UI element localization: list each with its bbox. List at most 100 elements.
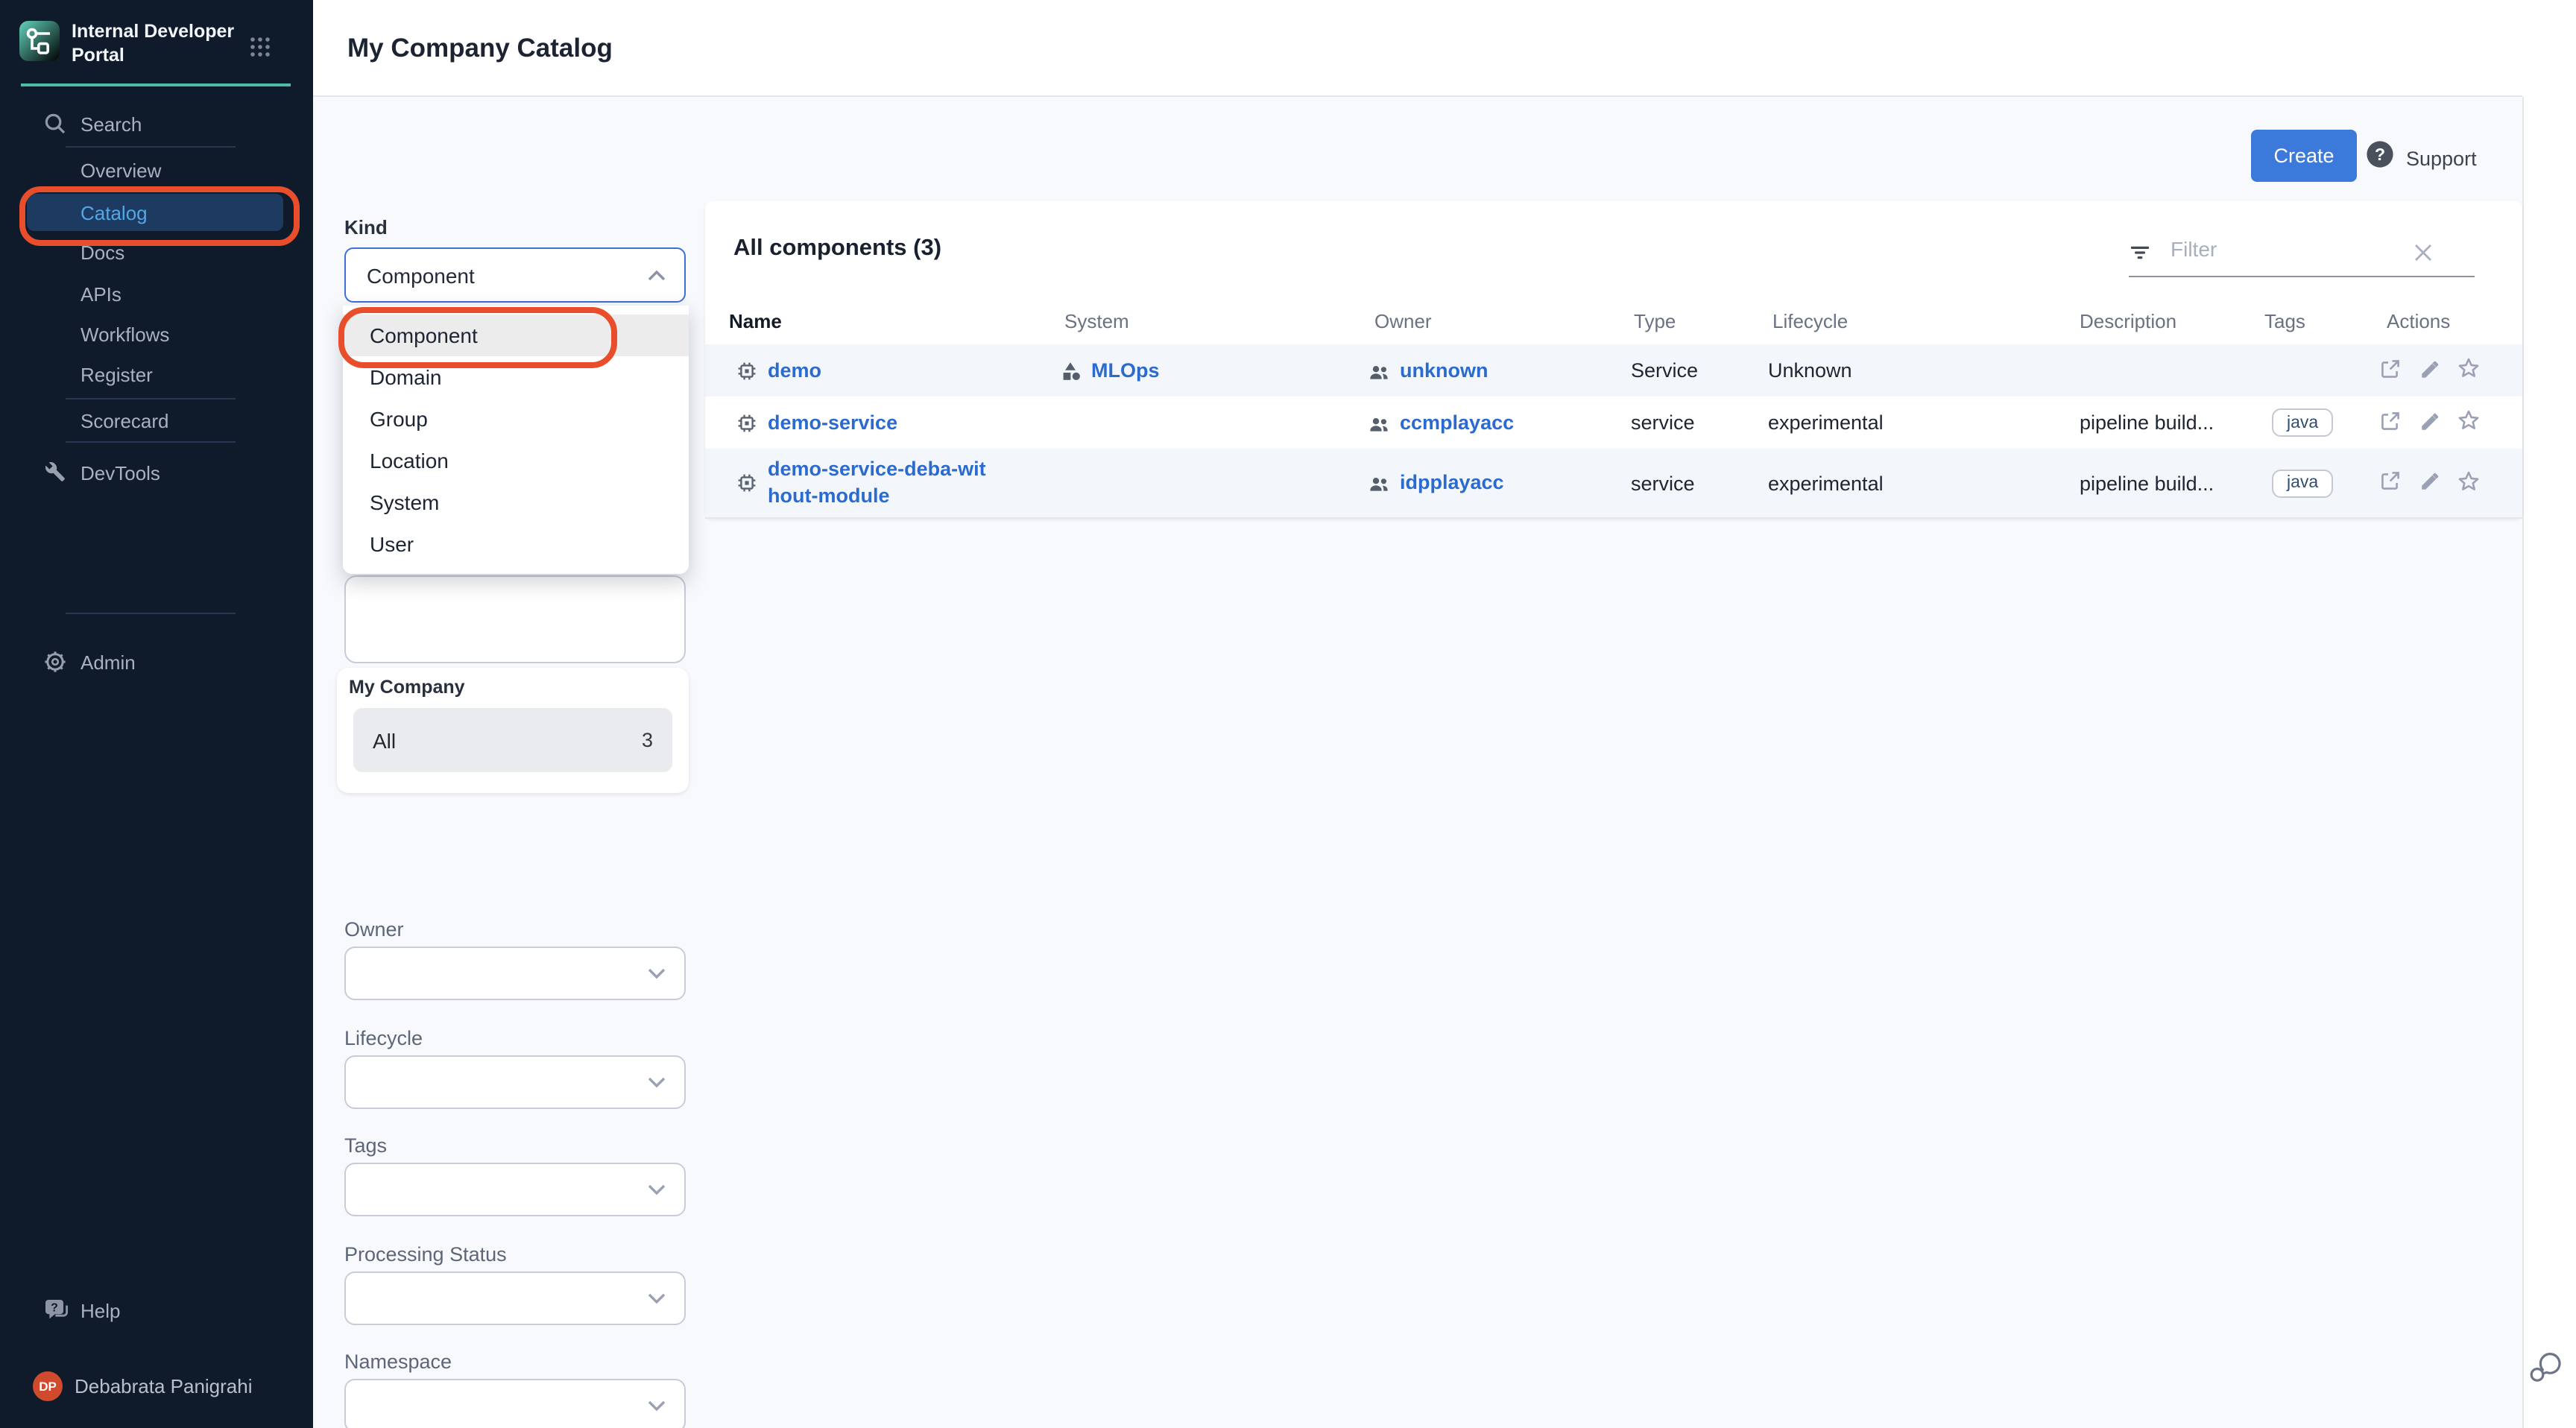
actions-cell <box>2379 397 2481 449</box>
sidebar-item-label: Scorecard <box>80 409 169 432</box>
namespace-select[interactable] <box>344 1379 686 1428</box>
sidebar-item-label: Help <box>80 1299 121 1321</box>
name-cell: demo <box>736 344 821 397</box>
entity-link[interactable]: demo-service-deba-wit hout-module <box>768 457 986 509</box>
sidebar-item-help[interactable]: ? Help <box>0 1294 313 1327</box>
owner-cell: unknown <box>1368 344 1489 397</box>
kind-option-user[interactable]: User <box>343 523 689 565</box>
my-company-count: 3 <box>642 729 653 751</box>
processing-status-filter-label: Processing Status <box>344 1243 507 1266</box>
sidebar-item-label: Admin <box>80 651 136 673</box>
owner-link[interactable]: unknown <box>1400 357 1489 383</box>
sidebar-item-label: APIs <box>80 282 121 305</box>
kind-option-domain[interactable]: Domain <box>343 356 689 398</box>
chat-bubbles-icon[interactable] <box>2527 1349 2564 1394</box>
column-header-tags[interactable]: Tags <box>2264 298 2305 344</box>
table-row: demo MLOps unknown Service Unknown <box>705 344 2522 397</box>
sidebar-divider <box>66 146 236 148</box>
owner-select[interactable] <box>344 947 686 1000</box>
avatar: DP <box>33 1371 63 1401</box>
type-select-partially-hidden[interactable] <box>344 575 686 663</box>
column-header-actions: Actions <box>2387 298 2450 344</box>
description-cell: pipeline build... <box>2080 449 2214 517</box>
my-company-all-label: All <box>373 728 396 752</box>
sidebar-item-devtools[interactable]: DevTools <box>0 456 313 489</box>
star-icon[interactable] <box>2457 356 2481 385</box>
tags-cell: java <box>2272 397 2333 449</box>
group-icon <box>1368 473 1389 493</box>
tags-cell: java <box>2272 449 2333 517</box>
table-filter-field <box>2129 231 2475 277</box>
type-cell: Service <box>1631 344 1698 397</box>
column-header-system[interactable]: System <box>1064 298 1129 344</box>
edit-pencil-icon[interactable] <box>2418 470 2440 496</box>
kind-option-system[interactable]: System <box>343 481 689 523</box>
kind-select[interactable]: Component <box>344 247 686 303</box>
lifecycle-cell: Unknown <box>1768 344 1852 397</box>
chevron-down-icon <box>647 1075 666 1089</box>
kind-option-location[interactable]: Location <box>343 440 689 481</box>
group-icon <box>1368 412 1389 433</box>
table-title: All components (3) <box>733 236 941 262</box>
user-menu[interactable]: DP Debabrata Panigrahi <box>0 1370 313 1403</box>
owner-filter-label: Owner <box>344 918 404 941</box>
lifecycle-cell: experimental <box>1768 397 1884 449</box>
column-header-lifecycle[interactable]: Lifecycle <box>1772 298 1848 344</box>
edit-pencil-icon[interactable] <box>2418 409 2440 436</box>
sidebar-item-label: Search <box>80 113 142 135</box>
chevron-down-icon <box>647 1183 666 1196</box>
table-header-row: Name System Owner Type Lifecycle Descrip… <box>705 298 2522 346</box>
system-link[interactable]: MLOps <box>1091 357 1160 383</box>
kind-option-group[interactable]: Group <box>343 398 689 440</box>
chevron-down-icon <box>647 1292 666 1305</box>
sidebar-item-register[interactable]: Register <box>0 358 313 391</box>
tag-chip[interactable]: java <box>2272 469 2333 497</box>
system-cell: MLOps <box>1060 344 1160 397</box>
column-header-type[interactable]: Type <box>1634 298 1676 344</box>
create-button[interactable]: Create <box>2251 130 2357 182</box>
owner-cell: ccmplayacc <box>1368 397 1514 449</box>
sidebar-item-label: Overview <box>80 159 161 181</box>
tags-select[interactable] <box>344 1163 686 1216</box>
group-icon <box>1368 360 1389 381</box>
components-table-card: All components (3) Name System Owner Typ… <box>705 201 2522 519</box>
page-title: My Company Catalog <box>347 33 613 64</box>
lifecycle-select[interactable] <box>344 1055 686 1109</box>
entity-link[interactable]: demo-service <box>768 409 897 435</box>
clear-filter-icon[interactable] <box>2414 243 2433 270</box>
owner-link[interactable]: ccmplayacc <box>1400 409 1514 435</box>
entity-link[interactable]: demo <box>768 357 821 383</box>
sidebar-item-workflows[interactable]: Workflows <box>0 317 313 350</box>
sidebar-item-search[interactable]: Search <box>0 107 313 140</box>
sidebar-item-overview[interactable]: Overview <box>0 154 313 186</box>
sidebar-divider <box>66 398 236 399</box>
edit-pencil-icon[interactable] <box>2418 357 2440 384</box>
sidebar-item-admin[interactable]: Admin <box>0 645 313 678</box>
sidebar-item-scorecard[interactable]: Scorecard <box>0 404 313 437</box>
sidebar-item-docs[interactable]: Docs <box>0 236 313 268</box>
open-in-new-icon[interactable] <box>2379 470 2402 496</box>
my-company-all-row[interactable]: All 3 <box>353 708 672 772</box>
kind-option-component[interactable]: Component <box>343 315 689 356</box>
support-label: Support <box>2406 147 2477 169</box>
star-icon[interactable] <box>2457 469 2481 497</box>
app-title: Internal Developer Portal <box>72 19 250 67</box>
column-header-name[interactable]: Name <box>729 298 782 344</box>
column-header-description[interactable]: Description <box>2080 298 2176 344</box>
table-filter-input[interactable] <box>2168 236 2397 262</box>
open-in-new-icon[interactable] <box>2379 357 2402 384</box>
chevron-down-icon <box>647 1399 666 1412</box>
wrench-icon <box>43 461 67 484</box>
sidebar-divider <box>66 441 236 443</box>
apps-grid-icon[interactable] <box>249 36 271 66</box>
star-icon[interactable] <box>2457 408 2481 437</box>
sidebar-item-catalog[interactable]: Catalog <box>27 194 283 231</box>
tag-chip[interactable]: java <box>2272 408 2333 437</box>
owner-link[interactable]: idpplayacc <box>1400 470 1504 496</box>
column-header-owner[interactable]: Owner <box>1374 298 1432 344</box>
svg-text:?: ? <box>2375 145 2385 164</box>
open-in-new-icon[interactable] <box>2379 409 2402 436</box>
sidebar-item-apis[interactable]: APIs <box>0 277 313 310</box>
processing-status-select[interactable] <box>344 1271 686 1325</box>
support-button[interactable]: ? Support <box>2364 139 2477 177</box>
